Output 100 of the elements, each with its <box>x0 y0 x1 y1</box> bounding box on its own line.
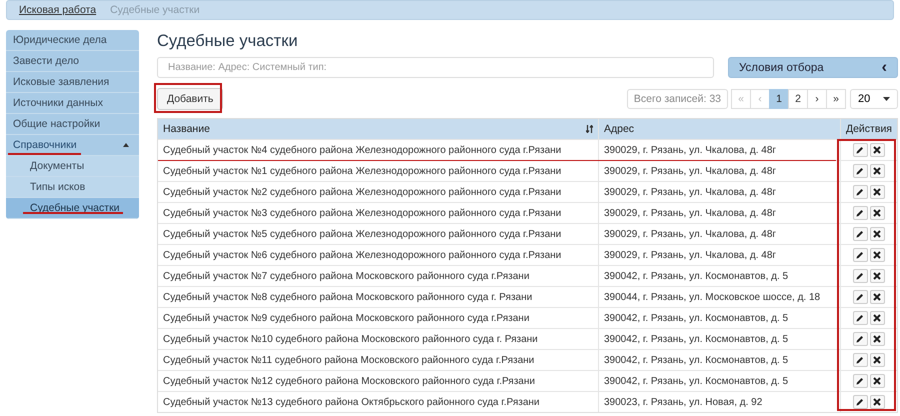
table-cell: 390029, г. Рязань, ул. Чкалова, д. 48г <box>598 182 840 202</box>
delete-button[interactable] <box>870 143 885 157</box>
table-cell-text: Судебный участок №7 судебного района Московского районного суда г.Рязани <box>162 270 530 284</box>
close-icon <box>873 146 882 154</box>
table-cell-text: Судебный участок №10 судебного района Московского районного суда г. Рязани <box>162 332 539 346</box>
sidebar-subitem[interactable]: Типы исков <box>6 177 139 198</box>
table-cell-text: Судебный участок №1 судебного района Железнодорожного районного суда г.Рязани <box>162 164 562 178</box>
table-cell-text: Судебный участок №4 судебного района Железнодорожного районного суда г.Рязани <box>162 144 562 158</box>
close-icon <box>873 209 882 217</box>
sidebar-subitem[interactable]: Судебные участки <box>6 198 139 219</box>
edit-button[interactable] <box>852 374 868 388</box>
table-cell: 390042, г. Рязань, ул. Космонавтов, д. 5 <box>598 266 840 286</box>
edit-button[interactable] <box>852 290 868 304</box>
pencil-icon <box>856 146 864 154</box>
close-icon <box>873 167 882 175</box>
delete-button[interactable] <box>870 311 885 325</box>
delete-button[interactable] <box>870 332 885 346</box>
add-button[interactable]: Добавить <box>156 88 224 110</box>
caret-down-icon <box>883 97 890 101</box>
pencil-icon <box>856 377 864 385</box>
sort-icon <box>586 125 593 133</box>
sidebar-item[interactable]: Завести дело <box>6 51 139 72</box>
page-size-dropdown[interactable]: 20 <box>850 89 898 109</box>
page-button[interactable]: › <box>807 89 827 109</box>
edit-button[interactable] <box>852 227 868 241</box>
pencil-icon <box>856 293 864 301</box>
close-icon <box>873 251 882 259</box>
delete-button[interactable] <box>870 269 885 283</box>
delete-button[interactable] <box>870 164 885 178</box>
table-cell-text: Судебный участок №2 судебного района Железнодорожного районного суда г.Рязани <box>162 186 562 200</box>
table-cell: 390029, г. Рязань, ул. Чкалова, д. 48г <box>598 203 840 223</box>
pencil-icon <box>856 398 864 406</box>
close-icon <box>873 335 882 343</box>
table-cell: 390023, г. Рязань, ул. Новая, д. 92 <box>598 392 840 412</box>
filter-panel-button[interactable]: Условия отбора ‹ <box>728 57 898 78</box>
edit-button[interactable] <box>852 185 868 199</box>
table-cell: 390044, г. Рязань, ул. Московское шоссе, д. 18 <box>598 287 840 307</box>
close-icon <box>873 314 882 322</box>
table-cell-text: Судебный участок №11 судебного района Московского районного суда г.Рязани <box>162 354 536 368</box>
page-title: Судебные участки <box>156 32 299 49</box>
pencil-icon <box>856 272 864 280</box>
page-button[interactable]: 2 <box>788 89 808 109</box>
delete-button[interactable] <box>870 374 885 388</box>
table-cell-text: Судебный участок №12 судебного района Московского районного суда г.Рязани <box>162 374 536 388</box>
close-icon <box>873 377 882 385</box>
table-cell: 390042, г. Рязань, ул. Космонавтов, д. 5 <box>598 350 840 370</box>
edit-button[interactable] <box>852 353 868 367</box>
pencil-icon <box>856 251 864 259</box>
edit-button[interactable] <box>852 248 868 262</box>
breadcrumb-item: Судебные участки <box>110 4 200 16</box>
pencil-icon <box>856 167 864 175</box>
pencil-icon <box>856 356 864 364</box>
column-header[interactable]: Название <box>158 119 598 139</box>
edit-button[interactable] <box>852 395 868 409</box>
close-icon <box>873 272 882 280</box>
page-button[interactable]: 1 <box>769 89 789 109</box>
delete-button[interactable] <box>870 353 885 367</box>
sidebar-item[interactable]: Общие настройки <box>6 114 139 135</box>
pencil-icon <box>856 188 864 196</box>
pencil-icon <box>856 335 864 343</box>
delete-button[interactable] <box>870 206 885 220</box>
column-header: Действия <box>840 119 897 139</box>
table-cell: 390042, г. Рязань, ул. Космонавтов, д. 5 <box>598 329 840 349</box>
caret-up-icon <box>122 143 129 147</box>
column-header: Адрес <box>598 119 840 139</box>
close-icon <box>873 356 882 364</box>
close-icon <box>873 293 882 301</box>
close-icon <box>873 398 882 406</box>
table-cell-text: Судебный участок №6 судебного района Железнодорожного районного суда г.Рязани <box>162 248 562 262</box>
table-cell-text: Судебный участок №13 судебного района Октябрьского районного суда г.Рязани <box>162 396 540 410</box>
page-button[interactable]: » <box>826 89 846 109</box>
delete-button[interactable] <box>870 395 885 409</box>
pencil-icon <box>856 230 864 238</box>
pencil-icon <box>856 209 864 217</box>
table-cell-text: Судебный участок №9 судебного района Московского районного суда г.Рязани <box>162 312 530 326</box>
table-cell: 390029, г. Рязань, ул. Чкалова, д. 48г <box>598 224 840 244</box>
close-icon <box>873 188 882 196</box>
table-cell-text: Судебный участок №5 судебного района Железнодорожного районного суда г.Рязани <box>162 228 562 242</box>
delete-button[interactable] <box>870 290 885 304</box>
sidebar-subitem[interactable]: Документы <box>6 156 139 177</box>
delete-button[interactable] <box>870 185 885 199</box>
edit-button[interactable] <box>852 311 868 325</box>
edit-button[interactable] <box>852 269 868 283</box>
breadcrumb-item[interactable]: Исковая работа <box>19 4 96 16</box>
sidebar-item[interactable]: Юридические дела <box>6 30 139 51</box>
highlight-frame <box>154 83 222 113</box>
table-cell-text: Судебный участок №3 судебного района Железнодорожного районного суда г.Рязани <box>162 206 562 220</box>
sidebar-item[interactable]: Исковые заявления <box>6 72 139 93</box>
edit-button[interactable] <box>852 143 868 157</box>
pencil-icon <box>856 314 864 322</box>
edit-button[interactable] <box>852 206 868 220</box>
delete-button[interactable] <box>870 227 885 241</box>
edit-button[interactable] <box>852 164 868 178</box>
table-cell: 390042, г. Рязань, ул. Космонавтов, д. 5 <box>598 308 840 328</box>
sidebar-item[interactable]: Источники данных <box>6 93 139 114</box>
table-cell: 390042, г. Рязань, ул. Космонавтов, д. 5 <box>598 371 840 391</box>
delete-button[interactable] <box>870 248 885 262</box>
close-icon <box>873 230 882 238</box>
search-field[interactable]: Название: Адрес: Системный тип: <box>156 57 714 78</box>
edit-button[interactable] <box>852 332 868 346</box>
